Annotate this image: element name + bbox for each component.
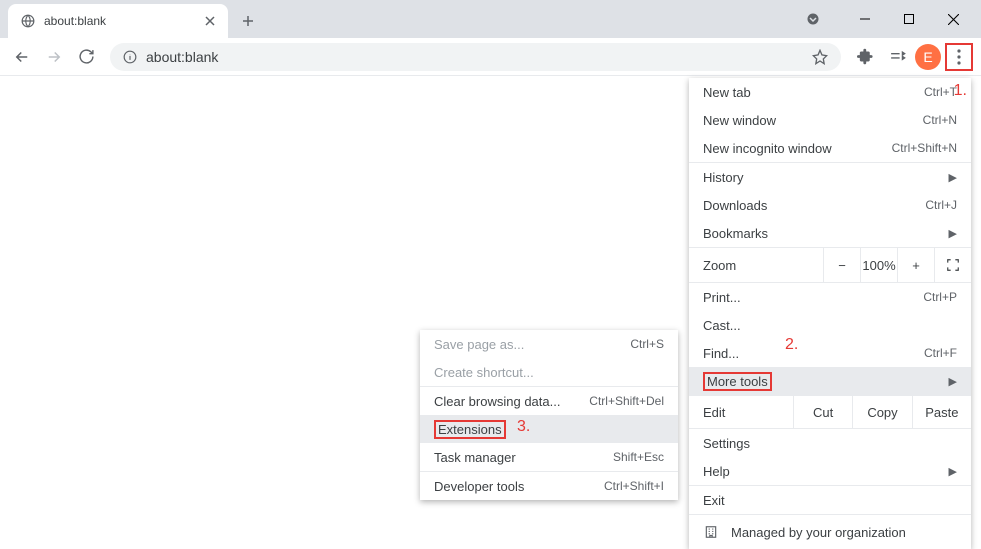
menu-item-new-incognito[interactable]: New incognito window Ctrl+Shift+N [689, 134, 971, 162]
toolbar: about:blank E [0, 38, 981, 76]
window-close-button[interactable] [931, 4, 975, 34]
menu-item-downloads[interactable]: Downloads Ctrl+J [689, 191, 971, 219]
annotation-callout-1: 1. [954, 82, 967, 100]
chevron-right-icon: ▶ [949, 227, 957, 240]
zoom-out-button[interactable]: − [823, 248, 860, 282]
close-icon[interactable] [202, 13, 218, 29]
submenu-item-create-shortcut[interactable]: Create shortcut... [420, 358, 678, 386]
submenu-item-extensions[interactable]: Extensions [420, 415, 678, 443]
annotation-callout-3: 3. [517, 418, 530, 436]
menu-button[interactable] [945, 43, 973, 71]
main-menu: New tab Ctrl+T New window Ctrl+N New inc… [689, 78, 971, 549]
menu-item-history[interactable]: History ▶ [689, 163, 971, 191]
window-controls [801, 0, 981, 38]
building-icon [703, 524, 719, 540]
submenu-item-devtools[interactable]: Developer tools Ctrl+Shift+I [420, 472, 678, 500]
submenu-item-save-page[interactable]: Save page as... Ctrl+S [420, 330, 678, 358]
menu-item-settings[interactable]: Settings [689, 429, 971, 457]
extensions-icon[interactable] [851, 43, 879, 71]
menu-item-new-tab[interactable]: New tab Ctrl+T [689, 78, 971, 106]
reload-button[interactable] [72, 43, 100, 71]
bookmark-star-icon[interactable] [811, 48, 829, 66]
chevron-right-icon: ▶ [949, 375, 957, 388]
avatar-initial: E [923, 49, 932, 65]
managed-notice[interactable]: Managed by your organization [689, 515, 971, 549]
submenu-item-task-manager[interactable]: Task manager Shift+Esc [420, 443, 678, 471]
menu-item-help[interactable]: Help ▶ [689, 457, 971, 485]
edit-copy-button[interactable]: Copy [852, 396, 911, 428]
menu-item-new-window[interactable]: New window Ctrl+N [689, 106, 971, 134]
zoom-in-button[interactable]: + [897, 248, 934, 282]
back-button[interactable] [8, 43, 36, 71]
globe-icon [20, 13, 36, 29]
tab-title: about:blank [44, 14, 194, 28]
media-control-icon[interactable] [883, 43, 911, 71]
fullscreen-button[interactable] [934, 248, 971, 282]
address-text: about:blank [146, 49, 803, 65]
address-bar[interactable]: about:blank [110, 43, 841, 71]
menu-item-bookmarks[interactable]: Bookmarks ▶ [689, 219, 971, 247]
zoom-value: 100% [860, 248, 897, 282]
menu-item-cast[interactable]: Cast... [689, 311, 971, 339]
edit-cut-button[interactable]: Cut [793, 396, 852, 428]
forward-button[interactable] [40, 43, 68, 71]
menu-item-edit: Edit Cut Copy Paste [689, 396, 971, 428]
more-tools-submenu: Save page as... Ctrl+S Create shortcut..… [420, 330, 678, 500]
menu-item-exit[interactable]: Exit [689, 486, 971, 514]
menu-item-print[interactable]: Print... Ctrl+P [689, 283, 971, 311]
chevron-right-icon: ▶ [949, 171, 957, 184]
minimize-button[interactable] [843, 4, 887, 34]
new-tab-button[interactable] [234, 7, 262, 35]
info-icon[interactable] [122, 49, 138, 65]
menu-item-zoom: Zoom − 100% + [689, 248, 971, 282]
menu-item-find[interactable]: Find... Ctrl+F [689, 339, 971, 367]
menu-item-more-tools[interactable]: More tools ▶ [689, 367, 971, 395]
annotation-callout-2: 2. [785, 336, 798, 354]
browser-tab[interactable]: about:blank [8, 4, 228, 38]
profile-avatar[interactable]: E [915, 44, 941, 70]
titlebar: about:blank [0, 0, 981, 38]
submenu-item-clear-data[interactable]: Clear browsing data... Ctrl+Shift+Del [420, 387, 678, 415]
edit-paste-button[interactable]: Paste [912, 396, 971, 428]
chevron-right-icon: ▶ [949, 465, 957, 478]
down-caret-icon[interactable] [801, 7, 825, 31]
maximize-button[interactable] [887, 4, 931, 34]
